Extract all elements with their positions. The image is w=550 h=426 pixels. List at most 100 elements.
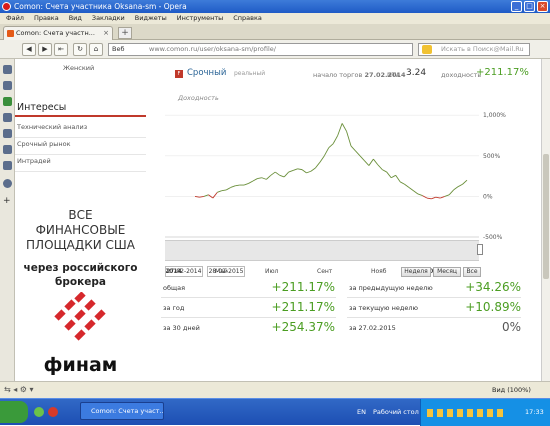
- ita-value: 3.24: [406, 68, 427, 78]
- mail-panel-icon[interactable]: [3, 81, 12, 90]
- series-segment: [328, 143, 334, 149]
- divider: [15, 154, 146, 155]
- address-bar[interactable]: Веб www.comon.ru/user/oksana-sm/profile/: [108, 43, 413, 56]
- account-name[interactable]: Срочный: [187, 68, 226, 78]
- start-button[interactable]: [0, 401, 28, 423]
- add-panel-icon[interactable]: +: [3, 197, 12, 206]
- interest-item[interactable]: Интрадей: [17, 157, 51, 165]
- divider: [161, 297, 336, 298]
- search-engine-icon[interactable]: [422, 45, 432, 54]
- week-button[interactable]: Неделя: [401, 267, 431, 277]
- transfers-panel-icon[interactable]: [3, 145, 12, 154]
- month-button[interactable]: Месяц: [433, 267, 461, 277]
- menu-edit[interactable]: Правка: [34, 13, 59, 24]
- interest-item[interactable]: Срочный рынок: [17, 140, 71, 148]
- series-segment: [413, 190, 419, 195]
- rewind-button[interactable]: ⇤: [54, 43, 68, 56]
- series-segment: [297, 168, 303, 171]
- menu-view[interactable]: Вид: [69, 13, 82, 24]
- series-segment: [417, 193, 423, 197]
- reload-button[interactable]: ↻: [73, 43, 87, 56]
- menu-tools[interactable]: Инструменты: [177, 13, 224, 24]
- series-segment: [453, 186, 459, 191]
- chart-navigator[interactable]: [165, 240, 479, 261]
- series-segment: [243, 183, 249, 186]
- y-tick-label: 500%: [483, 153, 500, 160]
- settings-panel-icon[interactable]: [3, 113, 12, 122]
- ad-line: ВСЕ: [68, 208, 93, 222]
- date-to[interactable]: 28-02-2015: [207, 266, 245, 277]
- system-tray: EN Рабочий стол 17:33: [357, 399, 550, 426]
- divider: [347, 317, 521, 318]
- stat-30days-value: +254.37%: [271, 320, 335, 334]
- interest-item[interactable]: Технический анализ: [17, 123, 87, 131]
- series-segment: [382, 169, 387, 173]
- menu-widgets[interactable]: Виджеты: [135, 13, 167, 24]
- home-button[interactable]: ⌂: [89, 43, 103, 56]
- back-button[interactable]: ◀: [22, 43, 36, 56]
- series-segment: [359, 155, 365, 161]
- menu-bar: Файл Правка Вид Закладки Виджеты Инструм…: [0, 13, 550, 24]
- series-segment: [355, 150, 361, 157]
- history-panel-icon[interactable]: [3, 179, 12, 188]
- all-button[interactable]: Все: [463, 267, 481, 277]
- notes-panel-icon[interactable]: [3, 129, 12, 138]
- tab-label: Comon: Счета участн...: [16, 29, 95, 37]
- panel-toggle-icon[interactable]: ⇆ ◂ ⚙ ▾: [4, 385, 34, 394]
- ad-subline: через российского брокера: [15, 261, 146, 289]
- quicklaunch-icon[interactable]: [34, 407, 44, 417]
- tab-comon[interactable]: Comon: Счета участн... ×: [3, 26, 113, 40]
- y-tick-label: 1,000%: [483, 112, 506, 119]
- downloads-panel-icon[interactable]: [3, 161, 12, 170]
- address-url: www.comon.ru/user/oksana-sm/profile/: [149, 45, 277, 53]
- series-segment: [368, 158, 374, 166]
- series-segment: [212, 192, 218, 199]
- series-segment: [225, 187, 231, 191]
- series-segment: [252, 178, 258, 182]
- navigator-handle[interactable]: [477, 244, 483, 255]
- stat-year-label: за год: [163, 304, 185, 312]
- date-from[interactable]: 27-02-2014: [165, 266, 203, 277]
- series-segment: [279, 174, 285, 178]
- new-tab-button[interactable]: +: [118, 27, 132, 39]
- search-field[interactable]: Искать в Поиск@Mail.Ru: [418, 43, 530, 56]
- stat-cur-week-label: за текущую неделю: [349, 304, 418, 312]
- zoom-indicator[interactable]: Вид (100%): [492, 386, 531, 394]
- tray-icons[interactable]: [427, 409, 507, 417]
- start-label: начало торгов: [313, 71, 363, 79]
- series-segment: [270, 171, 276, 176]
- menu-file[interactable]: Файл: [6, 13, 24, 24]
- close-button[interactable]: ×: [537, 1, 548, 12]
- forward-button[interactable]: ▶: [38, 43, 52, 56]
- series-segment: [266, 174, 272, 180]
- menu-bookmarks[interactable]: Закладки: [92, 13, 125, 24]
- taskbar-item-opera[interactable]: Comon: Счета участ...: [80, 402, 164, 420]
- series-segment: [319, 155, 325, 163]
- stat-prev-week-value: +34.26%: [465, 280, 521, 294]
- tab-close-icon[interactable]: ×: [103, 27, 109, 40]
- divider: [15, 171, 146, 172]
- window-title: Comon: Счета участника Oksana-sm - Opera: [14, 2, 187, 11]
- series-segment: [422, 195, 428, 199]
- ad-brand: финам: [43, 354, 118, 376]
- stat-total-label: общая: [163, 284, 186, 292]
- page-scrollbar[interactable]: [541, 59, 550, 381]
- menu-help[interactable]: Справка: [233, 13, 262, 24]
- bookmarks-panel-icon[interactable]: [3, 65, 12, 74]
- series-segment: [448, 189, 454, 196]
- contacts-panel-icon[interactable]: [3, 97, 12, 106]
- language-indicator[interactable]: EN: [357, 408, 366, 416]
- opera-quicklaunch-icon[interactable]: [48, 407, 58, 417]
- y-tick-label: 0%: [483, 193, 493, 200]
- scrollbar-thumb[interactable]: [543, 154, 549, 279]
- minimize-button[interactable]: _: [511, 1, 522, 12]
- maximize-button[interactable]: □: [524, 1, 535, 12]
- series-segment: [395, 175, 401, 183]
- finam-ad-banner[interactable]: ВСЕ ФИНАНСОВЫЕ ПЛОЩАДКИ США через россий…: [15, 196, 146, 381]
- series-segment: [337, 123, 343, 136]
- series-segment: [332, 135, 339, 144]
- series-segment: [288, 170, 294, 173]
- desktop-label[interactable]: Рабочий стол: [373, 408, 419, 416]
- series-segment: [386, 171, 392, 179]
- return-value: +211.17%: [476, 67, 529, 78]
